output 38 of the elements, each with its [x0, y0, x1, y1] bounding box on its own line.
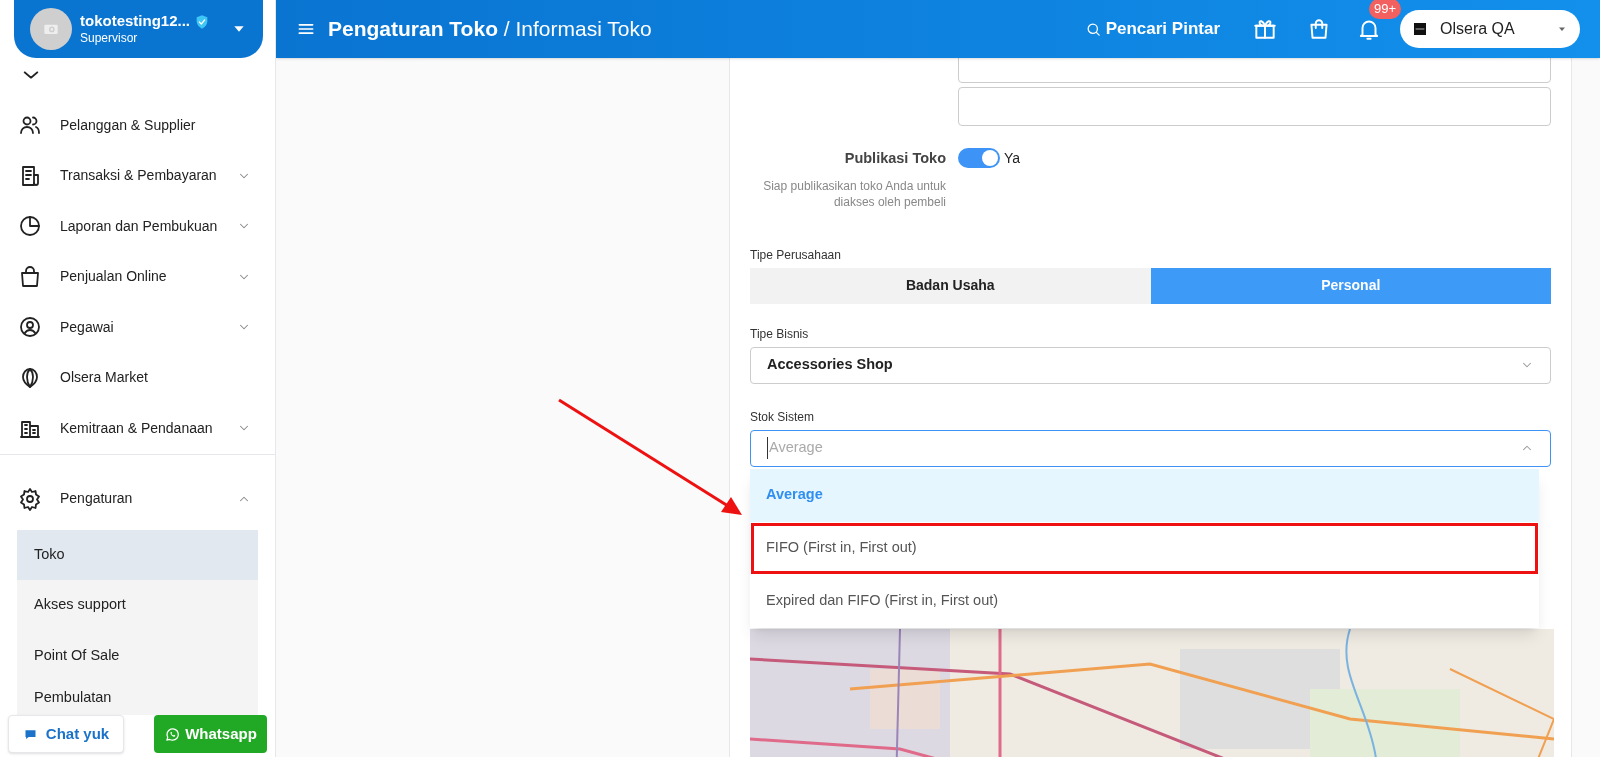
- profile-card[interactable]: tokotesting12... Supervisor: [14, 0, 263, 58]
- input-field[interactable]: [958, 87, 1551, 126]
- submenu-item[interactable]: Pembulatan: [17, 681, 258, 715]
- shopping-bag-icon: [18, 264, 42, 289]
- user-circle-icon: [18, 315, 42, 340]
- user-role: Supervisor: [80, 30, 139, 46]
- user-name: tokotesting12...: [80, 12, 191, 31]
- segment-tab[interactable]: Badan Usaha: [750, 267, 1151, 304]
- sidebar-item[interactable]: Transaksi & Pembayaran: [0, 150, 275, 201]
- sidebar-item[interactable]: Pegawai: [0, 302, 275, 353]
- store-logo-icon: [1412, 21, 1428, 37]
- notification-badge: 99+: [1369, 0, 1402, 19]
- sidebar-item[interactable]: Olsera Market: [0, 352, 275, 403]
- sidebar-item[interactable]: Kemitraan & Pendanaan: [0, 403, 275, 454]
- chat-button[interactable]: Chat yuk: [8, 715, 124, 753]
- toggle-label: Ya: [1004, 149, 1021, 168]
- field-label: Tipe Perusahaan: [750, 246, 842, 264]
- select-field[interactable]: Accessories Shop: [750, 346, 1551, 384]
- field-label: Stok Sistem: [750, 408, 816, 426]
- whatsapp-icon: [164, 725, 182, 743]
- dropdown-option[interactable]: FIFO (First in, First out): [750, 521, 1539, 575]
- submenu-item[interactable]: Toko: [17, 529, 258, 580]
- submenu-item[interactable]: Akses support: [17, 580, 258, 631]
- sidebar-item[interactable]: Penjualan Online: [0, 251, 275, 302]
- page-title: Pengaturan Toko / Informasi Toko: [328, 16, 652, 43]
- dropdown-option[interactable]: Expired dan FIFO (First in, First out): [750, 574, 1539, 628]
- pie-chart-icon: [18, 214, 42, 239]
- settings-icon: [18, 486, 42, 511]
- field-label: Publikasi Toko: [843, 149, 946, 168]
- store-selector[interactable]: Olsera QA: [1400, 10, 1580, 48]
- field-label: Tipe Bisnis: [750, 325, 810, 343]
- toggle-switch[interactable]: [958, 148, 1000, 168]
- submenu-item[interactable]: Point Of Sale: [17, 630, 258, 681]
- smart-search-button[interactable]: Pencari Pintar: [1084, 16, 1220, 42]
- field-description: Siap publikasikan toko Anda untuk diakses oleh pembeli: [762, 177, 946, 210]
- sidebar-item[interactable]: Pelanggan & Supplier: [0, 100, 275, 151]
- sidebar-item[interactable]: Laporan dan Pembukuan: [0, 201, 275, 252]
- sidebar-item[interactable]: Pengaturan: [0, 453, 275, 524]
